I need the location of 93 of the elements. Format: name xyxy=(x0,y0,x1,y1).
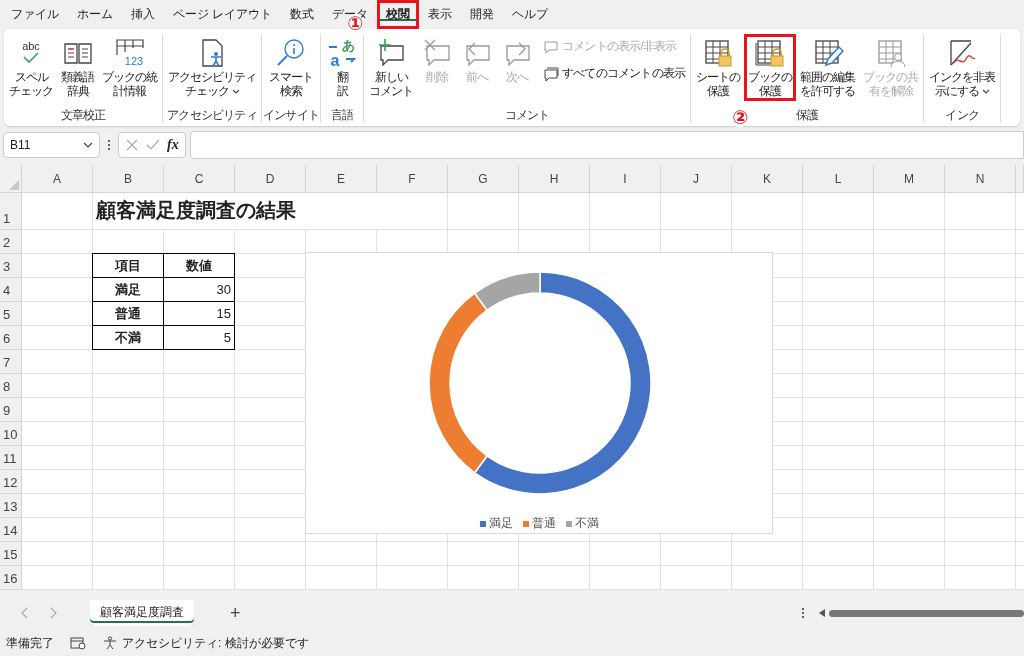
row-header[interactable]: 6 xyxy=(0,326,22,350)
group-label: 言語 xyxy=(330,108,354,123)
comments-icon xyxy=(543,65,559,82)
ribbon-tab[interactable]: ファイル xyxy=(2,0,68,29)
row-header[interactable]: 12 xyxy=(0,470,22,494)
name-box[interactable]: B11 xyxy=(3,132,100,158)
annotation-number: ② xyxy=(732,108,749,128)
column-header[interactable]: G xyxy=(448,165,519,193)
group-label: 文章校正 xyxy=(60,108,106,123)
ribbon-button[interactable]: シートの 保護 xyxy=(692,34,745,101)
header-background xyxy=(1016,165,1024,193)
column-header[interactable]: A xyxy=(22,165,93,193)
ribbon-tab[interactable]: ホーム xyxy=(68,0,122,29)
row-header[interactable]: 1 xyxy=(0,193,22,230)
column-header[interactable]: E xyxy=(306,165,377,193)
row-header[interactable]: 9 xyxy=(0,398,22,422)
cancel-icon xyxy=(125,138,139,152)
horizontal-scrollbar[interactable] xyxy=(819,609,1024,617)
column-header[interactable]: I xyxy=(590,165,661,193)
row-header[interactable]: 4 xyxy=(0,278,22,302)
row-header[interactable]: 11 xyxy=(0,446,22,470)
row-header[interactable]: 14 xyxy=(0,518,22,542)
sheet-title: 顧客満足度調査の結果 xyxy=(93,193,377,229)
row-header[interactable]: 8 xyxy=(0,374,22,398)
sheet-tab[interactable]: 顧客満足度調査 xyxy=(90,600,194,626)
ribbon-button[interactable]: 新しい コメント xyxy=(365,34,417,101)
ribbon-tab[interactable]: 校閲 xyxy=(377,0,420,29)
select-all-button[interactable] xyxy=(0,165,22,193)
person-icon xyxy=(102,636,118,650)
ribbon-button[interactable]: アクセシビリティ チェック xyxy=(164,34,260,101)
ribbon-tab[interactable]: ヘルプ xyxy=(503,0,558,29)
row-header[interactable]: 7 xyxy=(0,350,22,374)
ribbon-tab[interactable]: 数式 xyxy=(281,0,324,29)
row-header[interactable]: 13 xyxy=(0,494,22,518)
more-icon xyxy=(801,607,805,619)
row-header[interactable]: 16 xyxy=(0,566,22,590)
ribbon-button[interactable]: スマート 検索 xyxy=(265,34,317,101)
next-sheet-icon xyxy=(50,607,58,619)
accessibility-status-button[interactable]: アクセシビリティ: 検討が必要です xyxy=(102,634,309,652)
ribbon-tab[interactable]: 表示 xyxy=(419,0,462,29)
previous-sheet-icon xyxy=(20,607,28,619)
row-header[interactable]: 2 xyxy=(0,230,22,254)
column-header[interactable]: K xyxy=(732,165,803,193)
check-icon xyxy=(145,138,161,152)
macro-record-icon xyxy=(70,636,86,650)
row-header[interactable]: 3 xyxy=(0,254,22,278)
group-label: インク xyxy=(945,108,979,123)
column-header[interactable]: D xyxy=(235,165,306,193)
chart-area[interactable]: 満足 普通 不満 xyxy=(305,252,773,534)
sheet-lock-icon xyxy=(702,37,735,69)
column-header[interactable]: J xyxy=(661,165,732,193)
column-header[interactable]: H xyxy=(519,165,590,193)
group-label: コメント xyxy=(504,108,550,123)
legend-label: 普通 xyxy=(531,515,556,532)
column-header[interactable]: C xyxy=(164,165,235,193)
more-icon xyxy=(107,139,111,151)
column-header[interactable]: N xyxy=(945,165,1016,193)
ribbon-button[interactable]: すべてのコメントの表示 xyxy=(539,61,690,86)
left-arrow-icon xyxy=(819,609,825,617)
group-label: インサイト xyxy=(263,108,319,123)
legend-label: 満足 xyxy=(488,515,513,532)
group-label: 保護 xyxy=(796,108,819,123)
column-header[interactable]: M xyxy=(874,165,945,193)
column-header[interactable]: B xyxy=(93,165,164,193)
legend-label: 不満 xyxy=(574,515,599,532)
row-header[interactable]: 5 xyxy=(0,302,22,326)
column-header[interactable]: F xyxy=(377,165,448,193)
column-header[interactable]: L xyxy=(803,165,874,193)
ribbon-tab[interactable]: 開発 xyxy=(461,0,504,29)
status-text: 準備完了 xyxy=(6,634,54,652)
table-cell: 5 xyxy=(163,325,235,350)
comment-icon xyxy=(543,38,559,55)
triangle-icon xyxy=(9,180,19,190)
ribbon-button[interactable]: インクを非表 示にする xyxy=(925,34,1000,101)
column-heading: 数値 xyxy=(163,253,235,278)
table-cell: 不満 xyxy=(92,325,164,350)
add-sheet-button[interactable]: + xyxy=(230,602,241,624)
ribbon-button[interactable]: 範囲の編集 を許可する xyxy=(796,34,860,101)
row-header[interactable]: 15 xyxy=(0,542,22,566)
ribbon-button[interactable]: 類義語 辞典 xyxy=(57,34,98,101)
ribbon-button[interactable]: あa 翻 訳 xyxy=(322,34,362,101)
row-header[interactable]: 10 xyxy=(0,422,22,446)
ribbon-button[interactable]: abc スペル チェック xyxy=(5,34,57,101)
ribbon-button[interactable]: ブックの 保護 xyxy=(744,34,797,101)
ribbon-tab[interactable]: 挿入 xyxy=(122,0,164,29)
group-label: アクセシビリティ xyxy=(167,108,257,123)
formula-input[interactable] xyxy=(189,131,1024,159)
column-heading: 項目 xyxy=(92,253,164,278)
insert-function-button[interactable]: fx xyxy=(167,137,179,153)
book-lock-icon xyxy=(754,37,787,69)
ribbon-button[interactable]: 123 ブックの統 計情報 xyxy=(98,34,161,101)
caret-icon xyxy=(83,142,93,148)
ribbon-tab[interactable]: ページ レイアウト xyxy=(164,0,282,29)
